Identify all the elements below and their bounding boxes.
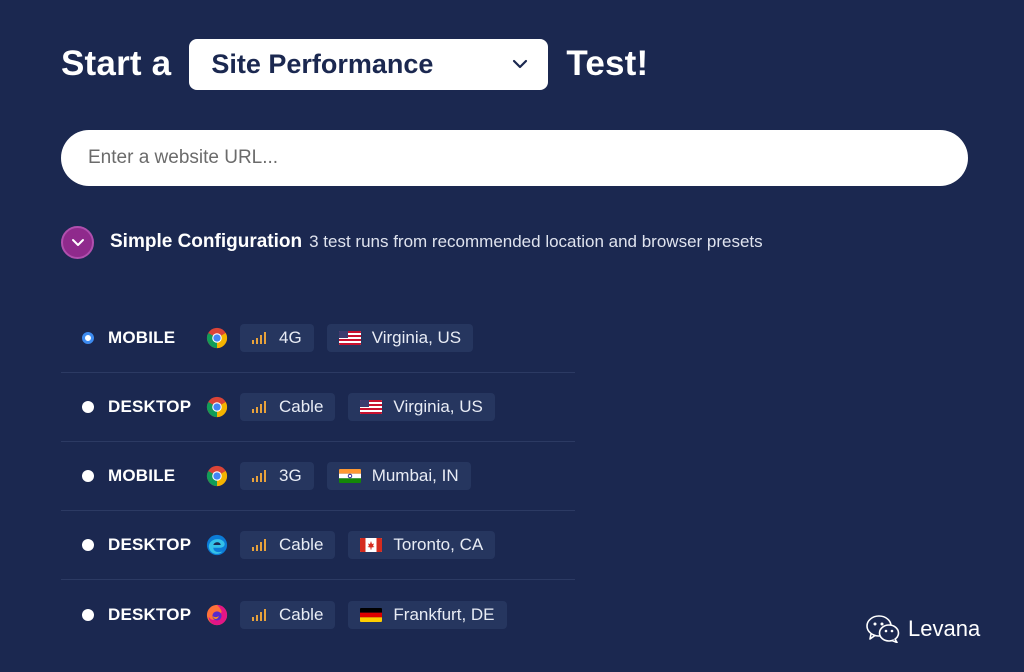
de-flag-icon [360, 608, 382, 622]
preset-device: MOBILE [108, 328, 206, 348]
wechat-icon [866, 615, 900, 643]
edge-icon [206, 534, 228, 556]
watermark-text: Levana [908, 616, 980, 642]
preset-row[interactable]: DESKTOP Cable Virginia, US [61, 373, 575, 442]
us-flag-icon [339, 331, 361, 345]
headline-prefix: Start a [61, 44, 171, 84]
connection-label: Cable [279, 535, 323, 555]
connection-label: 3G [279, 466, 302, 486]
preset-row[interactable]: DESKTOP Cable Toronto, CA [61, 511, 575, 580]
headline-suffix: Test! [566, 44, 648, 84]
location-badge: Frankfurt, DE [348, 601, 506, 629]
connection-badge: 3G [240, 462, 314, 490]
connection-badge: Cable [240, 531, 335, 559]
preset-list: MOBILE 4G Virginia, US DESKTOP [61, 304, 575, 649]
configuration-toggle-button[interactable] [61, 226, 94, 259]
preset-radio-selected[interactable] [82, 332, 94, 344]
preset-radio[interactable] [82, 539, 94, 551]
location-label: Virginia, US [372, 328, 461, 348]
connection-badge: 4G [240, 324, 314, 352]
watermark: Levana [866, 615, 980, 643]
website-url-input[interactable] [61, 130, 968, 186]
chrome-icon [206, 396, 228, 418]
preset-row[interactable]: MOBILE 3G Mumbai, IN [61, 442, 575, 511]
chevron-down-icon [71, 238, 85, 247]
preset-device: DESKTOP [108, 397, 206, 417]
us-flag-icon [360, 400, 382, 414]
configuration-title: Simple Configuration [110, 231, 302, 253]
chevron-down-icon [512, 59, 528, 69]
test-type-select[interactable]: Site Performance [189, 39, 548, 90]
connection-badge: Cable [240, 601, 335, 629]
location-badge: Virginia, US [348, 393, 494, 421]
preset-row[interactable]: MOBILE 4G Virginia, US [61, 304, 575, 373]
location-label: Toronto, CA [393, 535, 483, 555]
simple-configuration-header: Simple Configuration 3 test runs from re… [61, 225, 763, 259]
headline: Start a Site Performance Test! [61, 38, 648, 90]
in-flag-icon [339, 469, 361, 483]
preset-device: DESKTOP [108, 535, 206, 555]
connection-badge: Cable [240, 393, 335, 421]
preset-device: MOBILE [108, 466, 206, 486]
location-label: Virginia, US [393, 397, 482, 417]
signal-icon [252, 470, 267, 482]
ca-flag-icon [360, 538, 382, 552]
signal-icon [252, 609, 267, 621]
firefox-icon [206, 604, 228, 626]
signal-icon [252, 332, 267, 344]
connection-label: Cable [279, 605, 323, 625]
signal-icon [252, 401, 267, 413]
preset-radio[interactable] [82, 609, 94, 621]
preset-radio[interactable] [82, 401, 94, 413]
chrome-icon [206, 327, 228, 349]
connection-label: 4G [279, 328, 302, 348]
preset-row[interactable]: DESKTOP Cable Frankfurt, DE [61, 580, 575, 649]
signal-icon [252, 539, 267, 551]
location-label: Frankfurt, DE [393, 605, 494, 625]
test-type-selected-value: Site Performance [211, 49, 433, 80]
location-label: Mumbai, IN [372, 466, 459, 486]
location-badge: Toronto, CA [348, 531, 495, 559]
configuration-description: 3 test runs from recommended location an… [309, 232, 763, 252]
chrome-icon [206, 465, 228, 487]
location-badge: Virginia, US [327, 324, 473, 352]
connection-label: Cable [279, 397, 323, 417]
preset-device: DESKTOP [108, 605, 206, 625]
preset-radio[interactable] [82, 470, 94, 482]
location-badge: Mumbai, IN [327, 462, 471, 490]
